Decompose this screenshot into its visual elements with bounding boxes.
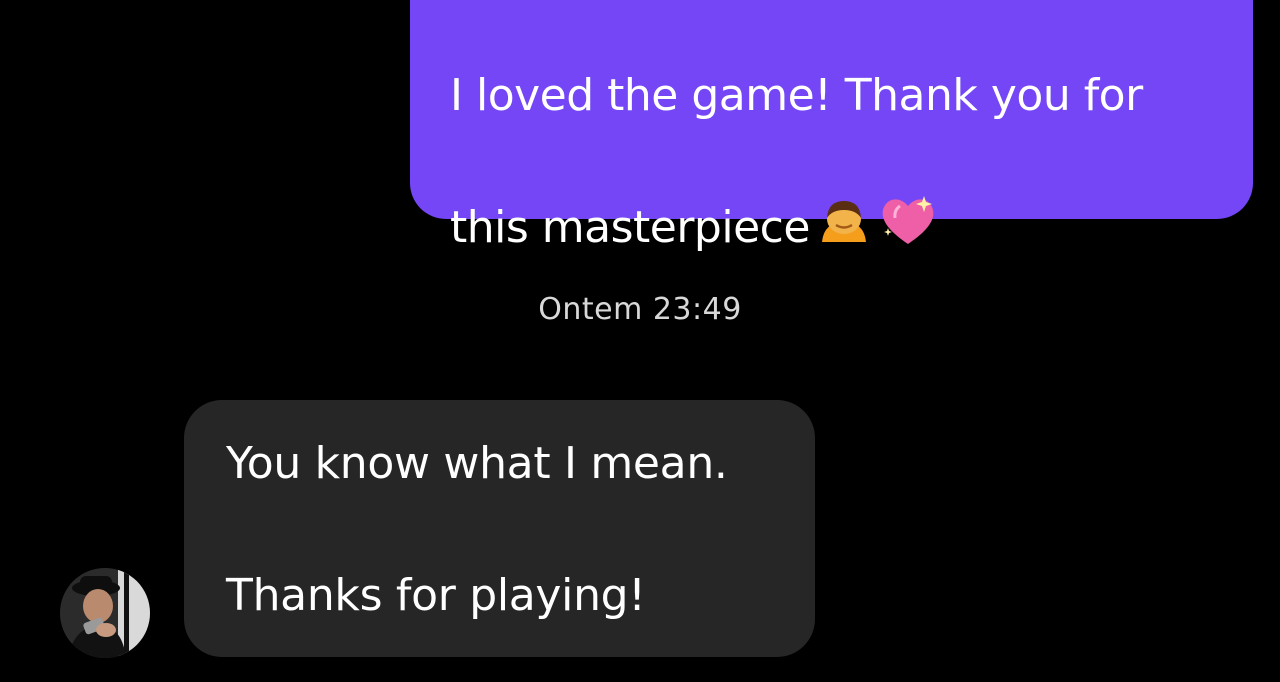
outgoing-message-bubble[interactable]: I loved the game! Thank you for this mas… — [410, 0, 1253, 253]
outgoing-message-text: I loved the game! Thank you for this mas… — [450, 64, 1230, 266]
incoming-message-bubble[interactable]: You know what I mean. Thanks for playing… — [184, 400, 815, 657]
outgoing-message-line2: this masterpiece — [450, 202, 810, 253]
person-bowing-emoji-icon — [816, 128, 872, 266]
incoming-message-line2: Thanks for playing! — [226, 570, 646, 621]
outgoing-message-line1: I loved the game! Thank you for — [450, 70, 1143, 121]
sender-avatar[interactable] — [60, 568, 150, 658]
sparkling-heart-emoji-icon — [878, 128, 938, 266]
user-avatar-photo-icon — [60, 568, 150, 658]
incoming-message-line1: You know what I mean. — [226, 438, 728, 489]
message-timestamp: Ontem 23:49 — [538, 292, 742, 327]
